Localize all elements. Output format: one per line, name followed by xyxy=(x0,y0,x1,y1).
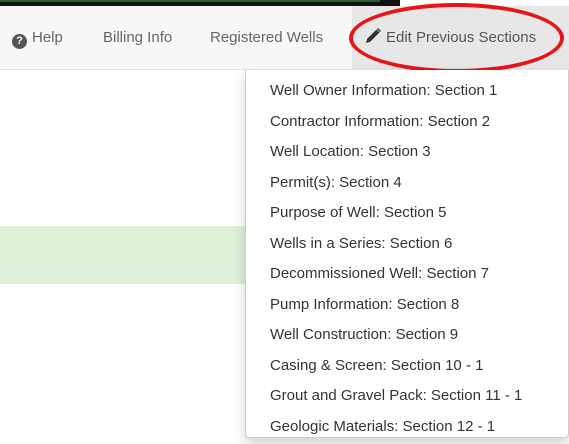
menu-item-section-12[interactable]: Geologic Materials: Section 12 - 1 xyxy=(246,412,568,443)
menu-item-section-11[interactable]: Grout and Gravel Pack: Section 11 - 1 xyxy=(246,381,568,412)
menu-item-section-4[interactable]: Permit(s): Section 4 xyxy=(246,168,568,199)
menu-item-section-2[interactable]: Contractor Information: Section 2 xyxy=(246,107,568,138)
navbar: ? Help Billing Info Registered Wells Edit… xyxy=(0,6,569,70)
menu-item-section-6[interactable]: Wells in a Series: Section 6 xyxy=(246,229,568,260)
nav-edit-previous-sections-toggle[interactable]: Edit Previous Sections xyxy=(352,6,569,70)
menu-item-section-5[interactable]: Purpose of Well: Section 5 xyxy=(246,198,568,229)
nav-help-link[interactable]: ? Help xyxy=(12,6,63,70)
nav-registered-wells-link[interactable]: Registered Wells xyxy=(210,6,323,70)
menu-item-section-8[interactable]: Pump Information: Section 8 xyxy=(246,290,568,321)
nav-billing-link[interactable]: Billing Info xyxy=(103,6,172,70)
nav-help-label: Help xyxy=(32,29,63,46)
menu-item-section-9[interactable]: Well Construction: Section 9 xyxy=(246,320,568,351)
nav-billing-label: Billing Info xyxy=(103,29,173,46)
menu-item-section-3[interactable]: Well Location: Section 3 xyxy=(246,137,568,168)
menu-item-section-10[interactable]: Casing & Screen: Section 10 - 1 xyxy=(246,351,568,382)
nav-registered-wells-label: Registered Wells xyxy=(210,29,324,46)
nav-edit-label: Edit Previous Sections xyxy=(386,29,537,46)
success-alert-panel xyxy=(0,226,245,284)
menu-item-section-1[interactable]: Well Owner Information: Section 1 xyxy=(246,76,568,107)
edit-sections-dropdown-menu: Well Owner Information: Section 1 Contra… xyxy=(245,70,569,438)
pencil-icon xyxy=(366,27,382,43)
menu-item-section-7[interactable]: Decommissioned Well: Section 7 xyxy=(246,259,568,290)
question-circle-icon: ? xyxy=(12,34,27,49)
top-banner-green xyxy=(0,0,380,2)
